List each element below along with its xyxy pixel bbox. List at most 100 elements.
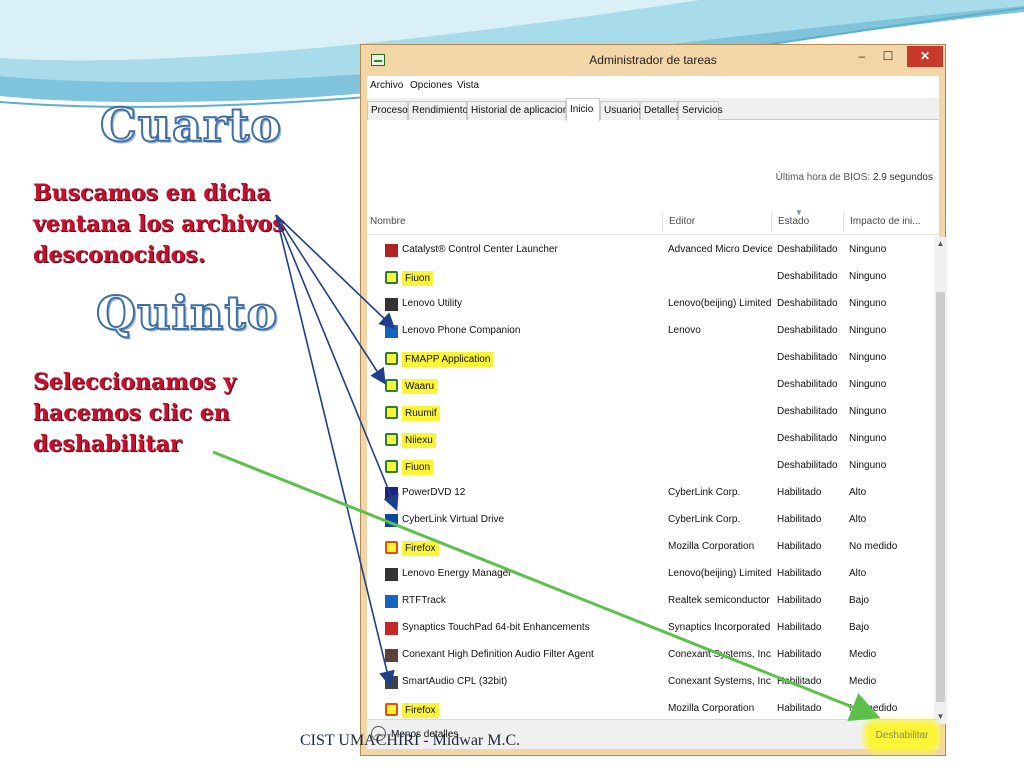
row-editor: Conexant Systems, Inc. [668,676,772,687]
column-nombre[interactable]: Nombre [367,212,406,231]
column-impacto[interactable]: Impacto de ini... [843,212,921,231]
energy-manager-icon [385,568,398,581]
app-icon [385,271,398,284]
table-row[interactable]: Niiexu Deshabilitado Ninguno [367,426,934,453]
table-row[interactable]: FMAPP Application Deshabilitado Ninguno [367,345,934,372]
row-estado: Deshabilitado [777,460,838,471]
table-row[interactable]: Conexant High Definition Audio Filter Ag… [367,642,934,669]
row-impacto: Alto [849,568,867,579]
row-impacto: No medido [849,703,898,714]
title-bar[interactable]: Administrador de tareas – ☐ ✕ [361,45,945,76]
table-row[interactable]: Fiuon Deshabilitado Ninguno [367,264,934,291]
row-editor: Mozilla Corporation [668,541,755,552]
table-row[interactable]: Firefox Mozilla Corporation Habilitado No m… [367,534,934,561]
vertical-scrollbar[interactable]: ▲ ▼ [934,237,947,724]
row-estado: Habilitado [777,595,822,606]
catalyst-icon [385,244,398,257]
table-row[interactable]: Waaru Deshabilitado Ninguno [367,372,934,399]
table-row[interactable]: CyberLink Virtual Drive CyberLink Corp. Ha… [367,507,934,534]
row-impacto: Ninguno [849,406,887,417]
app-icon [385,406,398,419]
column-editor[interactable]: Editor [662,212,695,231]
row-impacto: Alto [849,487,867,498]
window-client: Archivo Opciones Vista Procesos Rendimie… [367,76,947,749]
conexant-icon [385,649,398,662]
row-impacto: Medio [849,676,877,687]
row-editor: Synaptics Incorporated [668,622,771,633]
row-estado: Habilitado [777,649,822,660]
tab-historial[interactable]: Historial de aplicaciones [467,101,579,120]
row-impacto: Ninguno [849,244,887,255]
tab-bar: Procesos Rendimiento Historial de aplica… [367,98,939,121]
tab-servicios[interactable]: Servicios [678,101,723,120]
row-estado: Deshabilitado [777,406,838,417]
tab-usuarios[interactable]: Usuarios [600,101,643,120]
table-row[interactable]: Lenovo Energy Manager Lenovo(beijing) Lim… [367,561,934,588]
tab-procesos[interactable]: Procesos [367,101,413,120]
menu-vista[interactable]: Vista [457,80,479,91]
bios-info: Última hora de BIOS: 2.9 segundos [776,172,933,183]
row-name: CyberLink Virtual Drive [402,514,505,525]
row-editor: Realtek semiconductor [668,595,770,606]
synaptics-icon [385,622,398,635]
minimize-button[interactable]: – [849,46,875,67]
row-impacto: Ninguno [849,298,887,309]
table-row[interactable]: Fiuon Deshabilitado Ninguno [367,453,934,480]
virtual-drive-icon [385,514,398,527]
row-editor: Lenovo [668,325,701,336]
scroll-thumb[interactable] [936,292,945,702]
row-impacto: Ninguno [849,433,887,444]
task-manager-window: Administrador de tareas – ☐ ✕ Archivo Op… [360,44,947,756]
row-name: Niiexu [402,433,436,448]
row-impacto: Ninguno [849,379,887,390]
table-row[interactable]: SmartAudio CPL (32bit) Conexant Systems, … [367,669,934,696]
bios-value: 2.9 segundos [872,172,933,183]
row-name: FMAPP Application [402,352,494,367]
menu-opciones[interactable]: Opciones [410,80,452,91]
tab-detalles[interactable]: Detalles [640,101,680,120]
row-impacto: Ninguno [849,460,887,471]
row-editor: Advanced Micro Device... [668,244,772,255]
row-estado: Deshabilitado [777,271,838,282]
row-name: Catalyst® Control Center Launcher [402,244,558,255]
row-name: Waaru [402,379,438,394]
row-editor: CyberLink Corp. [668,514,741,525]
maximize-button[interactable]: ☐ [875,46,901,67]
table-row[interactable]: Catalyst® Control Center Launcher Advance… [367,237,934,264]
instruction-text-2: Seleccionamos y hacemos clic en deshabil… [33,369,237,457]
row-impacto: Bajo [849,622,870,633]
lenovo-utility-icon [385,298,398,311]
tab-inicio[interactable]: Inicio [566,98,600,121]
firefox-icon [385,703,398,716]
row-editor: Mozilla Corporation [668,703,755,714]
scroll-up-icon[interactable]: ▲ [934,237,947,251]
row-editor: Lenovo(beijing) Limited [668,568,772,579]
row-name: Lenovo Utility [402,298,463,309]
tab-rendimiento[interactable]: Rendimiento [408,101,468,120]
row-estado: Habilitado [777,676,822,687]
menu-archivo[interactable]: Archivo [370,80,403,91]
row-estado: Deshabilitado [777,352,838,363]
phone-companion-icon [385,325,398,338]
row-impacto: Alto [849,514,867,525]
row-impacto: Ninguno [849,352,887,363]
table-row[interactable]: Synaptics TouchPad 64-bit Enhancements Sy… [367,615,934,642]
table-row[interactable]: PowerDVD 12 CyberLink Corp. Habilitado Alto [367,480,934,507]
table-row[interactable]: Ruumif Deshabilitado Ninguno [367,399,934,426]
column-estado[interactable]: Estado [771,212,809,231]
row-estado: Deshabilitado [777,379,838,390]
row-estado: Habilitado [777,703,822,714]
table-row[interactable]: RTFTrack Realtek semiconductor Habilitado B… [367,588,934,615]
footer-credit: CIST UMACHIRI - Midwar M.C. [300,732,521,749]
app-icon [385,379,398,392]
close-button[interactable]: ✕ [907,46,943,67]
instruction-text-1: Buscamos en dicha ventana los archivos d… [33,180,285,268]
table-row[interactable]: Lenovo Utility Lenovo(beijing) Limited Des… [367,291,934,318]
disable-button[interactable]: Deshabilitar [869,725,935,747]
row-name: PowerDVD 12 [402,487,466,498]
row-estado: Deshabilitado [777,244,838,255]
row-name: Firefox [402,703,439,718]
row-name: Conexant High Definition Audio Filter Ag… [402,649,594,660]
rtftrack-icon [385,595,398,608]
table-row[interactable]: Lenovo Phone Companion Lenovo Deshabilitad… [367,318,934,345]
